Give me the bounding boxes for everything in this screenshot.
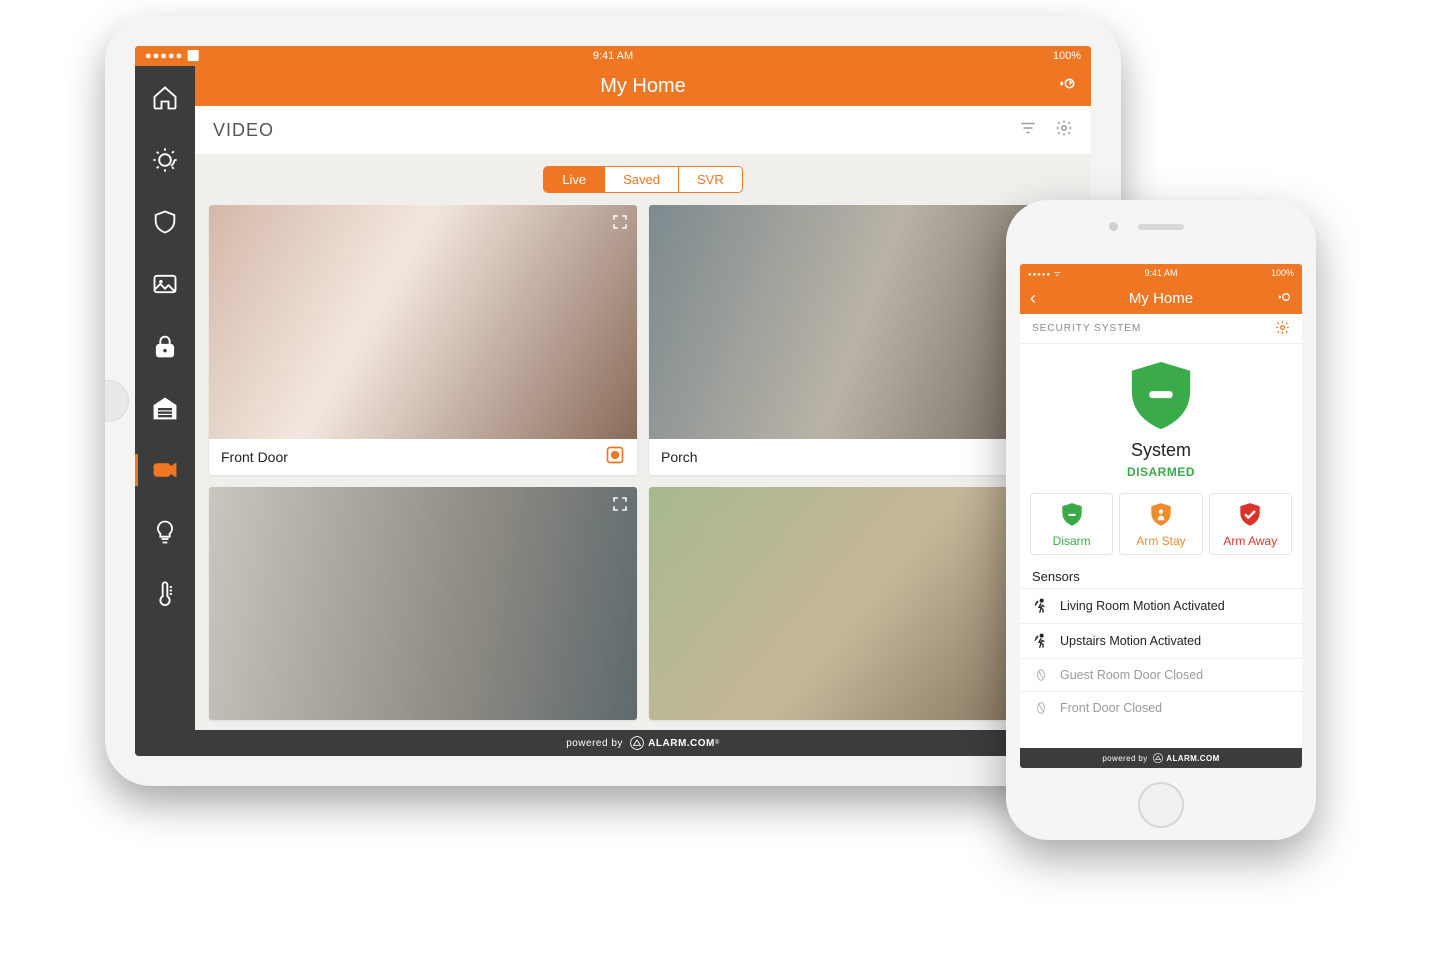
- signal-indicator: ●●●●●: [145, 50, 200, 62]
- footer-prefix: powered by: [1102, 754, 1147, 763]
- camera-label: Porch: [661, 449, 698, 465]
- section-title: VIDEO: [213, 120, 274, 141]
- battery-indicator: 100%: [1271, 268, 1294, 278]
- page-title: My Home: [1129, 290, 1193, 307]
- expand-icon[interactable]: [611, 495, 629, 518]
- door-closed-icon: [1032, 668, 1050, 682]
- motion-icon: [1032, 598, 1050, 614]
- sensor-label: Front Door Closed: [1060, 701, 1162, 715]
- segment-saved[interactable]: Saved: [604, 167, 678, 192]
- phone-speaker: [1138, 224, 1184, 230]
- segment-svr[interactable]: SVR: [678, 167, 742, 192]
- sidebar-garage-icon[interactable]: [147, 390, 183, 426]
- tablet-home-button[interactable]: [105, 380, 129, 422]
- footer-brand: ALARM.COM: [1166, 754, 1219, 763]
- section-title: SECURITY SYSTEM: [1032, 323, 1141, 334]
- arm-stay-button[interactable]: Arm Stay: [1119, 493, 1202, 555]
- camera-grid: Front Door Porch: [195, 205, 1091, 730]
- sensor-row[interactable]: Living Room Motion Activated: [1020, 588, 1302, 623]
- arm-stay-label: Arm Stay: [1136, 534, 1185, 548]
- back-icon[interactable]: ‹: [1030, 288, 1036, 309]
- phone-screen: ●●●●● ᯤ 9:41 AM 100% ‹ My Home SECURITY …: [1020, 264, 1302, 768]
- page-title: My Home: [600, 75, 686, 98]
- disarm-label: Disarm: [1053, 534, 1091, 548]
- arm-button-row: Disarm Arm Stay Arm Away: [1020, 487, 1302, 561]
- segment-live[interactable]: Live: [544, 167, 604, 192]
- sidebar-video-icon[interactable]: [147, 452, 183, 488]
- settings-icon[interactable]: [1055, 119, 1073, 142]
- sidebar-security-icon[interactable]: [147, 204, 183, 240]
- status-time: 9:41 AM: [1144, 268, 1177, 278]
- filter-icon[interactable]: [1019, 119, 1037, 142]
- sensor-label: Guest Room Door Closed: [1060, 668, 1203, 682]
- sensor-row[interactable]: Guest Room Door Closed: [1020, 658, 1302, 691]
- content-area: My Home VIDEO: [195, 66, 1091, 756]
- system-state: DISARMED: [1127, 465, 1195, 479]
- tablet-device: ●●●●● 9:41 AM 100%: [105, 16, 1121, 786]
- sidebar-lights-icon[interactable]: [147, 514, 183, 550]
- phone-home-button[interactable]: [1138, 782, 1184, 828]
- phone-title-bar: ‹ My Home: [1020, 282, 1302, 314]
- record-icon[interactable]: [605, 445, 625, 468]
- shield-disarmed-icon: [1126, 358, 1196, 436]
- segment-control-row: Live Saved SVR: [195, 154, 1091, 205]
- footer-prefix: powered by: [566, 738, 623, 749]
- camera-card-3[interactable]: [209, 487, 637, 721]
- sidebar-home-icon[interactable]: [147, 80, 183, 116]
- expand-icon[interactable]: [611, 213, 629, 236]
- camera-label: Front Door: [221, 449, 288, 465]
- phone-device: ●●●●● ᯤ 9:41 AM 100% ‹ My Home SECURITY …: [1006, 200, 1316, 840]
- sensor-label: Living Room Motion Activated: [1060, 599, 1225, 613]
- sync-icon[interactable]: [1276, 289, 1292, 308]
- system-status-block: System DISARMED: [1020, 344, 1302, 487]
- arm-away-label: Arm Away: [1223, 534, 1277, 548]
- title-bar: My Home: [195, 66, 1091, 106]
- sensors-header: Sensors: [1020, 561, 1302, 588]
- camera-card-front-door[interactable]: Front Door: [209, 205, 637, 475]
- camera-thumbnail: [209, 487, 637, 721]
- sensor-row[interactable]: Upstairs Motion Activated: [1020, 623, 1302, 658]
- footer-branding: powered by ALARM.COM ®: [195, 730, 1091, 756]
- disarm-button[interactable]: Disarm: [1030, 493, 1113, 555]
- sensor-label: Upstairs Motion Activated: [1060, 634, 1201, 648]
- sidebar-thermostat-icon[interactable]: [147, 576, 183, 612]
- motion-icon: [1032, 633, 1050, 649]
- sensor-row[interactable]: Front Door Closed: [1020, 691, 1302, 724]
- tablet-screen: ●●●●● 9:41 AM 100%: [135, 46, 1091, 756]
- arm-away-button[interactable]: Arm Away: [1209, 493, 1292, 555]
- section-header: VIDEO: [195, 106, 1091, 154]
- phone-section-header: SECURITY SYSTEM: [1020, 314, 1302, 344]
- sidebar-scenes-icon[interactable]: [147, 142, 183, 178]
- status-time: 9:41 AM: [593, 50, 633, 62]
- phone-camera-dot: [1109, 222, 1118, 231]
- camera-thumbnail: [209, 205, 637, 439]
- status-bar: ●●●●● 9:41 AM 100%: [135, 46, 1091, 66]
- segment-control: Live Saved SVR: [543, 166, 742, 193]
- sidebar-locks-icon[interactable]: [147, 328, 183, 364]
- door-closed-icon: [1032, 701, 1050, 715]
- sidebar-images-icon[interactable]: [147, 266, 183, 302]
- footer-brand: ALARM.COM: [648, 738, 715, 749]
- signal-indicator: ●●●●● ᯤ: [1028, 268, 1061, 279]
- battery-indicator: 100%: [1053, 50, 1081, 62]
- system-name: System: [1131, 440, 1191, 461]
- sync-icon[interactable]: [1057, 74, 1077, 99]
- settings-icon[interactable]: [1275, 320, 1290, 338]
- sidebar-nav: [135, 66, 195, 756]
- phone-footer-branding: powered by ALARM.COM: [1020, 748, 1302, 768]
- phone-status-bar: ●●●●● ᯤ 9:41 AM 100%: [1020, 264, 1302, 282]
